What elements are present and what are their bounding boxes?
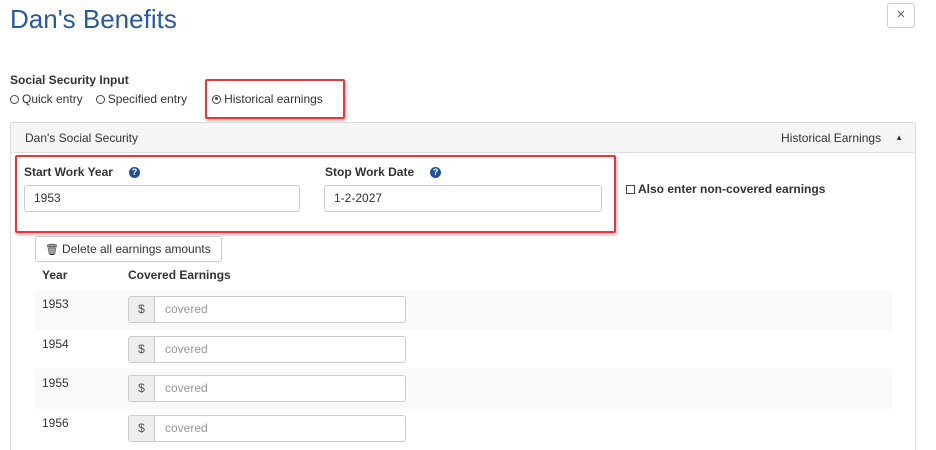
row-year: 1955 [42, 376, 69, 390]
table-row: 1954 $ covered [35, 330, 892, 370]
column-header-covered-earnings: Covered Earnings [128, 268, 231, 282]
table-row: 1953 $ covered [35, 290, 892, 330]
dollar-addon: $ [129, 337, 155, 362]
radio-quick-entry[interactable]: Quick entry [10, 92, 83, 106]
radio-specified-entry[interactable]: Specified entry [95, 92, 188, 106]
covered-earnings-input[interactable]: $ covered [128, 336, 406, 363]
dollar-addon: $ [129, 297, 155, 322]
non-covered-earnings-label: Also enter non-covered earnings [638, 182, 826, 196]
dollar-addon: $ [129, 416, 155, 441]
non-covered-earnings-checkbox[interactable]: Also enter non-covered earnings [626, 182, 825, 196]
row-year: 1956 [42, 416, 69, 430]
column-header-year: Year [42, 268, 68, 282]
table-row: 1956 $ covered [35, 409, 892, 449]
highlight-box [205, 79, 345, 119]
radio-specified-entry-label: Specified entry [107, 92, 188, 106]
delete-all-earnings-label: Delete all earnings amounts [61, 242, 211, 256]
covered-earnings-placeholder[interactable]: covered [155, 376, 405, 401]
highlight-box [15, 155, 616, 233]
trash-icon: 🗑 [45, 243, 59, 256]
table-row: 1955 $ covered [35, 369, 892, 409]
covered-earnings-placeholder[interactable]: covered [155, 297, 405, 322]
radio-unchecked-icon [95, 94, 105, 104]
covered-earnings-input[interactable]: $ covered [128, 415, 406, 442]
panel-mode[interactable]: Historical Earnings ▲ [781, 131, 903, 145]
dollar-addon: $ [129, 376, 155, 401]
caret-up-icon[interactable]: ▲ [895, 133, 903, 142]
checkbox-unchecked-icon[interactable] [626, 184, 635, 194]
row-year: 1953 [42, 297, 69, 311]
covered-earnings-input[interactable]: $ covered [128, 375, 406, 402]
covered-earnings-input[interactable]: $ covered [128, 296, 406, 323]
delete-all-earnings-button[interactable]: 🗑 Delete all earnings amounts [35, 236, 222, 262]
radio-unchecked-icon [10, 94, 19, 104]
radio-quick-entry-label: Quick entry [22, 92, 83, 106]
social-security-input-label: Social Security Input [10, 73, 129, 87]
panel-header[interactable]: Dan's Social Security Historical Earning… [11, 123, 915, 153]
modal-title: Dan's Benefits [10, 4, 177, 34]
panel-mode-label: Historical Earnings [781, 130, 882, 145]
row-year: 1954 [42, 337, 69, 351]
panel-title: Dan's Social Security [25, 130, 139, 145]
covered-earnings-placeholder[interactable]: covered [155, 337, 405, 362]
close-button[interactable]: × [887, 3, 915, 28]
covered-earnings-placeholder[interactable]: covered [155, 416, 405, 441]
